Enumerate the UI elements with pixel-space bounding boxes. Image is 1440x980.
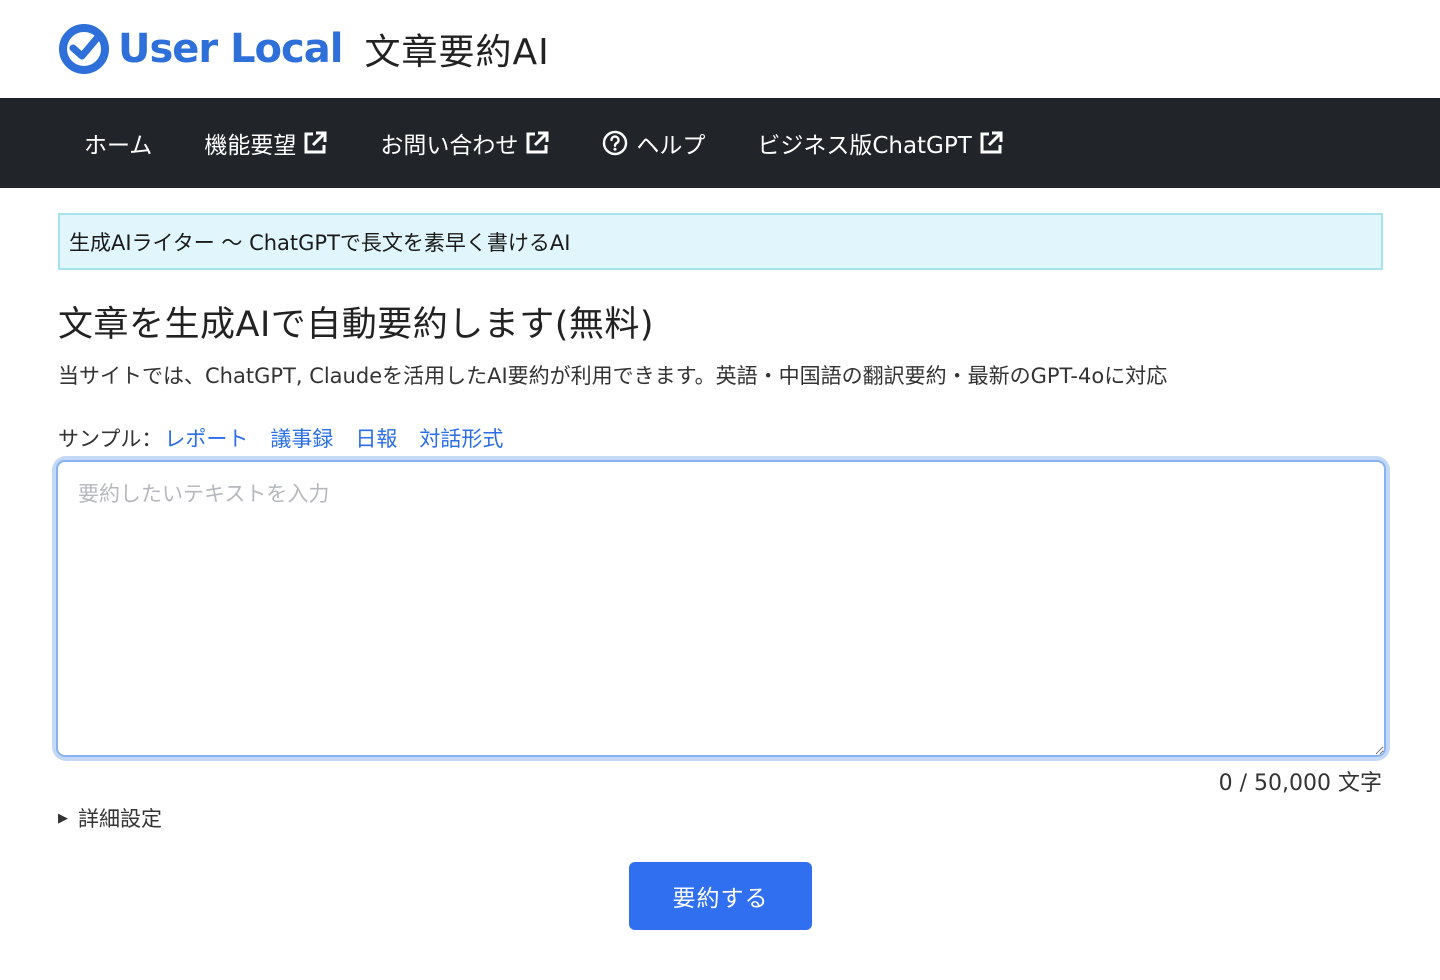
advanced-settings-toggle[interactable]: ▶ 詳細設定	[58, 803, 162, 833]
user-local-logo-icon	[59, 24, 109, 74]
sample-link-daily-report[interactable]: 日報	[355, 423, 397, 453]
nav-business-chatgpt[interactable]: ビジネス版ChatGPT	[757, 126, 1004, 160]
user-local-logo[interactable]: User Local	[58, 23, 343, 75]
external-link-icon	[980, 131, 1003, 154]
page-lead: 当サイトでは、ChatGPT, Claudeを活用したAI要約が利用できます。英…	[58, 364, 1168, 388]
nav-contact-label: お問い合わせ	[380, 133, 519, 159]
help-circle-icon	[603, 130, 628, 156]
page-heading: 文章を生成AIで自動要約します(無料)	[58, 305, 655, 345]
external-link-icon	[304, 131, 327, 154]
advanced-settings-label: 詳細設定	[78, 807, 162, 831]
summary-text-input[interactable]	[56, 460, 1386, 757]
samples-label: サンプル：	[58, 427, 163, 451]
disclosure-triangle-icon: ▶	[58, 810, 68, 826]
promo-banner[interactable]: 生成AIライター 〜 ChatGPTで長文を素早く書けるAI	[58, 213, 1383, 270]
sample-links: サンプル： レポート 議事録 日報 対話形式	[58, 423, 525, 453]
logo-text: User Local	[118, 26, 343, 72]
character-counter: 0 / 50,000 文字	[1218, 771, 1382, 796]
sample-link-minutes[interactable]: 議事録	[270, 423, 333, 453]
nav-contact[interactable]: お問い合わせ	[380, 126, 550, 160]
summarize-button[interactable]: 要約する	[629, 862, 812, 930]
main-navbar: ホーム 機能要望 お問い合わせ ヘルプ ビジネス版ChatGPT	[0, 98, 1440, 188]
app-title: 文章要約AI	[364, 32, 550, 73]
site-header: User Local 文章要約AI	[0, 0, 1440, 98]
text-input-wrapper	[56, 460, 1386, 757]
sample-link-dialogue[interactable]: 対話形式	[419, 423, 503, 453]
nav-help-label: ヘルプ	[636, 133, 706, 159]
external-link-icon	[526, 131, 549, 154]
nav-help[interactable]: ヘルプ	[602, 126, 705, 160]
nav-home[interactable]: ホーム	[84, 126, 152, 160]
sample-link-report[interactable]: レポート	[164, 423, 248, 453]
promo-banner-text: 生成AIライター 〜 ChatGPTで長文を素早く書けるAI	[69, 230, 571, 255]
nav-business-chatgpt-label: ビジネス版ChatGPT	[757, 133, 972, 159]
nav-home-label: ホーム	[84, 133, 153, 159]
nav-feature-request[interactable]: 機能要望	[204, 126, 328, 160]
nav-feature-request-label: 機能要望	[204, 133, 297, 159]
